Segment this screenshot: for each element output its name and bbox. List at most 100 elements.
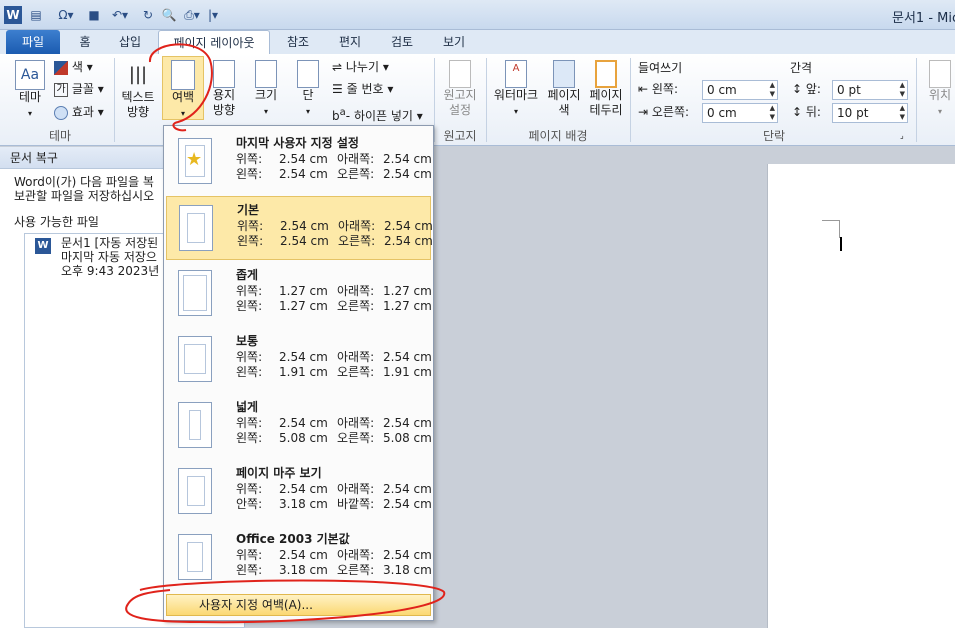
paragraph-dialog-launcher-icon[interactable]: ⌟ <box>900 128 904 143</box>
spinner-arrows-icon[interactable]: ▲ ▼ <box>900 104 905 122</box>
spacing-title: 간격 <box>790 61 813 75</box>
margin-value: 2.54 cm <box>279 416 328 430</box>
watermark-button[interactable]: A 워터마크 ▾ <box>490 60 542 119</box>
orientation-button[interactable]: 용지 방향 <box>206 60 242 118</box>
theme-effects-button[interactable]: 효과 ▾ <box>54 105 104 120</box>
tab-mailings[interactable]: 편지 <box>328 30 372 54</box>
spacing-after-icon: ↕ <box>792 105 803 119</box>
hyphenation-button[interactable]: ba- 하이픈 넣기 ▾ <box>332 105 423 124</box>
margin-value: 2.54 cm <box>383 482 432 496</box>
margin-value: 2.54 cm <box>383 152 432 166</box>
undo-icon[interactable]: ↶▾ <box>108 6 132 24</box>
themes-label: 테마 <box>18 90 42 104</box>
quick-access-icon[interactable]: ▤ <box>28 6 44 24</box>
margin-side-label: 오른쪽: <box>337 299 375 313</box>
title-bar: W ▤ Ω▾ ■ ↶▾ ↻ 🔍 ⎙▾ |▾ 문서1 - Mic <box>0 0 955 30</box>
tab-file[interactable]: 파일 <box>6 30 60 54</box>
spinner-arrows-icon[interactable]: ▲ ▼ <box>770 104 775 122</box>
indent-left-input[interactable]: 0 cm ▲ ▼ <box>702 80 778 100</box>
margin-guide <box>184 344 206 374</box>
line-numbers-icon: ☰ <box>332 82 343 96</box>
line-numbers-button[interactable]: ☰ 줄 번호 ▾ <box>332 82 393 97</box>
margins-label: 여백 <box>171 90 195 104</box>
recovery-file-name: 문서1 [자동 저장된 <box>61 236 159 250</box>
page-background-group-label: 페이지 배경 <box>528 129 588 143</box>
margin-value: 2.54 cm <box>279 167 328 181</box>
manuscript-settings-button[interactable]: 원고지 설정 <box>440 60 480 118</box>
position-button[interactable]: 위치 ▾ <box>922 60 955 119</box>
size-button[interactable]: 크기 ▾ <box>248 60 284 119</box>
customize-qat-icon[interactable]: |▾ <box>206 6 220 24</box>
margin-value: 2.54 cm <box>383 497 432 511</box>
themes-button[interactable]: Aa 테마 ▾ <box>10 60 50 121</box>
spacing-before-input[interactable]: 0 pt ▲ ▼ <box>832 80 908 100</box>
theme-fonts-button[interactable]: 가 글꼴 ▾ <box>54 82 104 97</box>
margin-preset-item[interactable]: 기본 위쪽: 2.54 cm 아래쪽: 2.54 cm 왼쪽: 2.54 cm 오른쪽: 2.5… <box>166 196 433 260</box>
margin-guide <box>189 410 201 440</box>
watermark-icon: A <box>505 60 527 88</box>
margins-dropdown-arrow: ▾ <box>180 109 185 118</box>
redo-icon[interactable]: ↻ <box>140 6 156 24</box>
margin-preset-values: 왼쪽: 3.18 cm 오른쪽: 3.18 cm <box>236 561 432 578</box>
margin-preset-item[interactable]: 넓게 위쪽: 2.54 cm 아래쪽: 2.54 cm 왼쪽: 5.08 cm 오른쪽: 5.0… <box>166 394 432 458</box>
document-page[interactable] <box>767 164 955 628</box>
tab-home[interactable]: 홈 <box>66 30 104 54</box>
tab-review[interactable]: 검토 <box>380 30 424 54</box>
margin-value: 1.27 cm <box>279 299 328 313</box>
margin-preset-item[interactable]: ★ 마지막 사용자 지정 설정 위쪽: 2.54 cm 아래쪽: 2.54 cm 왼쪽: 2.… <box>166 130 432 194</box>
margin-value: 2.54 cm <box>384 234 433 248</box>
margin-guide <box>187 476 205 506</box>
margin-preset-item[interactable]: 좁게 위쪽: 1.27 cm 아래쪽: 1.27 cm 왼쪽: 1.27 cm 오른쪽: 1.2… <box>166 262 432 326</box>
window-title: 문서1 - Mic <box>892 11 955 26</box>
indent-right-text: 오른쪽: <box>651 105 690 119</box>
spinner-arrows-icon[interactable]: ▲ ▼ <box>770 81 775 99</box>
margin-preset-title: 보통 <box>236 334 259 348</box>
page-color-button[interactable]: 페이지 색 <box>544 60 584 118</box>
margin-guide <box>187 542 203 572</box>
tab-view[interactable]: 보기 <box>432 30 476 54</box>
page-borders-button[interactable]: 페이지 테두리 <box>586 60 626 118</box>
ribbon: Aa 테마 ▾ 색 ▾ 가 글꼴 ▾ 효과 ▾ 테마 ||| 텍스트 방향 여백 ▾… <box>0 54 955 146</box>
margin-side-label: 오른쪽: <box>337 563 375 577</box>
margin-guide <box>187 213 205 243</box>
symbol-icon[interactable]: Ω▾ <box>54 6 78 24</box>
text-direction-button[interactable]: ||| 텍스트 방향 <box>118 60 158 120</box>
theme-fonts-label: 글꼴 <box>71 82 94 96</box>
columns-button[interactable]: 단 ▾ <box>290 60 326 119</box>
print-preview-icon[interactable]: 🔍 <box>160 6 178 24</box>
custom-margins-button[interactable]: 사용자 지정 여백(A)... <box>166 594 431 616</box>
spacing-after-input[interactable]: 10 pt ▲ ▼ <box>832 103 908 123</box>
page-color-label: 페이지 색 <box>547 88 581 117</box>
indent-left-value: 0 cm <box>707 83 737 97</box>
margin-side-label: 바깥쪽: <box>337 497 375 511</box>
margin-preset-title: 넓게 <box>236 400 259 414</box>
spinner-arrows-icon[interactable]: ▲ ▼ <box>900 81 905 99</box>
margins-button[interactable]: 여백 ▾ <box>162 56 204 120</box>
spacing-after-value: 10 pt <box>837 106 869 120</box>
indent-right-input[interactable]: 0 cm ▲ ▼ <box>702 103 778 123</box>
indent-left-icon: ⇤ <box>638 82 649 96</box>
page-borders-icon <box>595 60 617 88</box>
watermark-dropdown-arrow: ▾ <box>513 107 518 116</box>
margin-preset-item[interactable]: 보통 위쪽: 2.54 cm 아래쪽: 2.54 cm 왼쪽: 1.91 cm 오른쪽: 1.9… <box>166 328 432 392</box>
tab-insert[interactable]: 삽입 <box>108 30 152 54</box>
save-icon[interactable]: ■ <box>86 6 102 24</box>
group-separator <box>916 58 917 142</box>
margin-preset-values: 안쪽: 3.18 cm 바깥쪽: 2.54 cm <box>236 495 432 512</box>
margin-value: 3.18 cm <box>279 563 328 577</box>
margin-value: 3.18 cm <box>279 497 328 511</box>
margin-preset-item[interactable]: 페이지 마주 보기 위쪽: 2.54 cm 아래쪽: 2.54 cm 안쪽: 3.18 cm… <box>166 460 432 524</box>
tab-page-layout[interactable]: 페이지 레이아웃 <box>158 30 270 54</box>
spacing-before-text: 앞: <box>805 82 821 96</box>
margins-icon <box>171 60 195 90</box>
breaks-button[interactable]: ⇌ 나누기 ▾ <box>332 60 389 75</box>
margin-preset-title: 좁게 <box>236 268 259 282</box>
theme-colors-button[interactable]: 색 ▾ <box>54 60 93 75</box>
margin-preset-icon <box>178 270 212 316</box>
recovery-file-item[interactable]: 문서1 [자동 저장된 마지막 자동 저장으 오후 9:43 2023년 2 <box>61 236 171 278</box>
margin-side-label: 왼쪽: <box>236 365 263 379</box>
tab-references[interactable]: 참조 <box>276 30 320 54</box>
print-icon[interactable]: ⎙▾ <box>182 6 202 24</box>
margin-preset-item[interactable]: Office 2003 기본값 위쪽: 2.54 cm 아래쪽: 2.54 cm 왼쪽: 3… <box>166 526 432 590</box>
margin-value: 1.91 cm <box>279 365 328 379</box>
